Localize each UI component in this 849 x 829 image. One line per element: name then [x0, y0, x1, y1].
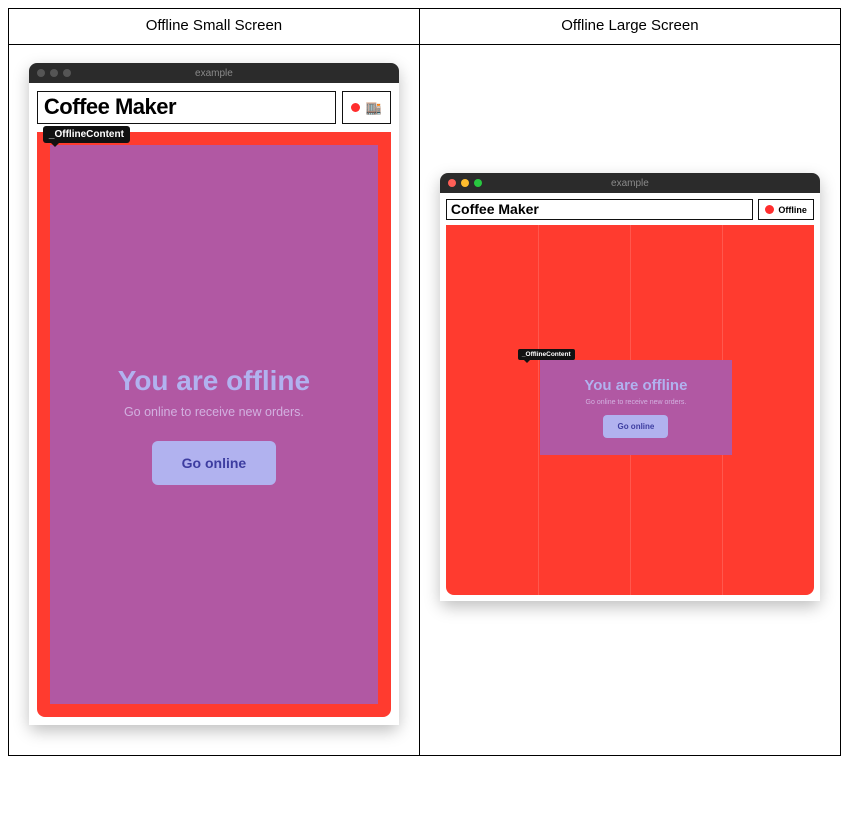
offline-heading: You are offline — [118, 365, 310, 397]
window-titlebar: example — [440, 173, 820, 193]
window-title: example — [440, 178, 820, 189]
store-icon: 🏬 — [366, 101, 382, 114]
column-header-large: Offline Large Screen — [419, 9, 840, 45]
offline-canvas: _OfflineContent You are offline Go onlin… — [37, 132, 391, 717]
offline-canvas: _OfflineContent You are offline Go onlin… — [446, 225, 814, 595]
offline-status-dot-icon — [351, 103, 360, 112]
cell-small-screen: example Coffee Maker 🏬 _OfflineContent Y… — [9, 45, 420, 756]
annotation-badge: _OfflineContent — [518, 349, 575, 360]
brand-title: Coffee Maker — [446, 199, 754, 220]
offline-content-overlay: You are offline Go online to receive new… — [50, 145, 378, 704]
offline-heading: You are offline — [584, 377, 687, 394]
app-frame: Coffee Maker Offline _OfflineContent You… — [440, 193, 820, 601]
window-title: example — [29, 68, 399, 79]
app-frame: Coffee Maker 🏬 _OfflineContent You are o… — [29, 83, 399, 725]
grid-guide — [538, 225, 539, 595]
browser-window-small: example Coffee Maker 🏬 _OfflineContent Y… — [29, 63, 399, 725]
status-box[interactable]: 🏬 — [342, 91, 391, 124]
app-header: Coffee Maker 🏬 — [37, 91, 391, 124]
cell-large-screen: example Coffee Maker Offline — [419, 45, 840, 756]
status-box[interactable]: Offline — [758, 199, 814, 220]
offline-subheading: Go online to receive new orders. — [586, 399, 687, 406]
status-label: Offline — [778, 205, 807, 215]
offline-status-dot-icon — [765, 205, 774, 214]
comparison-table: Offline Small Screen Offline Large Scree… — [8, 8, 841, 756]
annotation-badge: _OfflineContent — [43, 126, 130, 143]
go-online-button[interactable]: Go online — [603, 415, 668, 438]
app-header: Coffee Maker Offline — [446, 199, 814, 220]
brand-title: Coffee Maker — [37, 91, 336, 124]
window-titlebar: example — [29, 63, 399, 83]
browser-window-large: example Coffee Maker Offline — [440, 173, 820, 601]
offline-subheading: Go online to receive new orders. — [124, 405, 304, 419]
go-online-button[interactable]: Go online — [152, 441, 277, 485]
column-header-small: Offline Small Screen — [9, 9, 420, 45]
offline-content-overlay: _OfflineContent You are offline Go onlin… — [540, 360, 732, 455]
